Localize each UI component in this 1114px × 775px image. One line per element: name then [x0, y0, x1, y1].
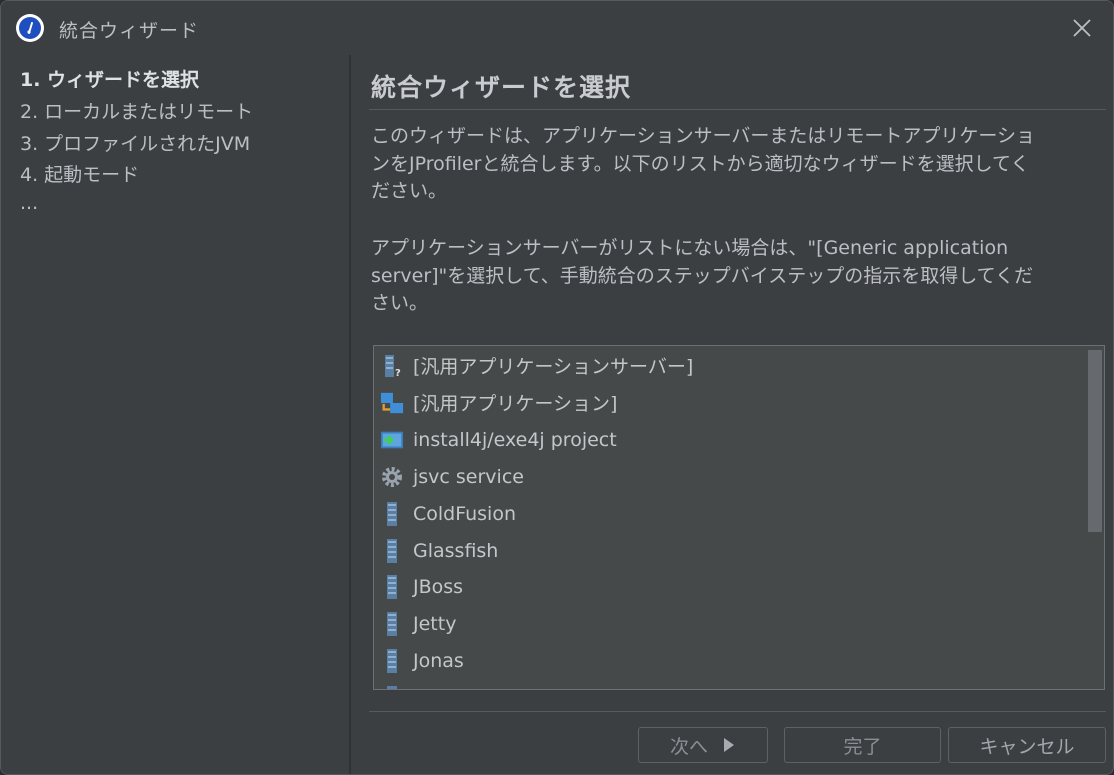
hint-line-1: アプリケーションサーバーがリストにない場合は、"[Generic applica… — [371, 237, 1009, 259]
close-icon — [1073, 19, 1091, 37]
finish-button[interactable]: 完了 — [784, 727, 941, 763]
list-item-generic-server[interactable]: ? [汎用アプリケーションサーバー] — [374, 347, 1084, 384]
window-title: 統合ウィザード — [59, 20, 200, 42]
list-item-jsvc[interactable]: jsvc service — [374, 458, 1084, 495]
list-item-label: JBoss — [413, 575, 464, 598]
step-startup-mode: 4. 起動モード — [20, 164, 140, 186]
description-line-3: ださい。 — [371, 180, 448, 202]
cancel-button[interactable]: キャンセル — [948, 727, 1106, 763]
wizard-steps-panel: 1. ウィザードを選択 2. ローカルまたはリモート 3. プロファイルされたJ… — [1, 55, 349, 774]
list-item-install4j[interactable]: install4j/exe4j project — [374, 421, 1084, 458]
hint-line-2: server]"を選択して、手動統合のステップバイステップの指示を取得してくだ — [371, 265, 1034, 287]
title-bar[interactable]: 統合ウィザード — [1, 1, 1113, 55]
server-icon — [380, 611, 404, 637]
list-item-label: ColdFusion — [413, 502, 517, 525]
server-icon — [380, 685, 404, 689]
step-local-or-remote: 2. ローカルまたはリモート — [20, 101, 254, 123]
description-line-2: ンをJProfilerと統合します。以下のリストから適切なウィザードを選択してく — [371, 153, 1030, 175]
list-scrollbar[interactable] — [1086, 346, 1104, 689]
list-item-label: [汎用アプリケーションサーバー] — [413, 356, 694, 378]
list-item-jetty[interactable]: Jetty — [374, 605, 1084, 642]
next-button-label: 次へ — [669, 735, 708, 758]
triangle-right-icon — [724, 738, 734, 752]
list-item-label: Jonas — [413, 649, 464, 672]
list-item-label: Glassfish — [413, 539, 499, 562]
install4j-icon — [380, 427, 404, 453]
finish-button-label: 完了 — [843, 735, 882, 758]
wizard-content: 統合ウィザードを選択 このウィザードは、アプリケーションサーバーまたはリモートア… — [351, 55, 1113, 774]
list-item-generic-application[interactable]: [汎用アプリケーション] — [374, 384, 1084, 421]
integration-wizard-dialog: 統合ウィザード 1. ウィザードを選択 2. ローカルまたはリモート 3. プロ… — [0, 0, 1114, 775]
hint-line-3: さい。 — [371, 292, 429, 314]
step-profiled-jvm: 3. プロファイルされたJVM — [20, 133, 251, 155]
list-item-coldfusion[interactable]: ColdFusion — [374, 495, 1084, 532]
server-icon — [380, 574, 404, 600]
scrollbar-thumb[interactable] — [1088, 350, 1102, 532]
list-item-label: Jetty — [413, 612, 457, 635]
list-item-jonas[interactable]: Jonas — [374, 642, 1084, 679]
gear-icon — [380, 464, 404, 490]
footer-divider — [369, 711, 1106, 712]
server-icon — [380, 648, 404, 674]
step-select-wizard: 1. ウィザードを選択 — [20, 69, 200, 91]
close-button[interactable] — [1067, 13, 1097, 43]
heading-divider — [369, 109, 1106, 110]
next-button[interactable]: 次へ — [638, 727, 768, 763]
list-item-label: [汎用アプリケーション] — [413, 393, 618, 415]
list-item-partial[interactable] — [374, 679, 1084, 689]
cancel-button-label: キャンセル — [979, 735, 1075, 758]
generic-application-icon — [380, 390, 404, 416]
list-item-glassfish[interactable]: Glassfish — [374, 532, 1084, 569]
jprofiler-app-icon — [16, 14, 44, 42]
wizard-list[interactable]: ? [汎用アプリケーションサーバー] [汎用アプリケーション] install4… — [373, 345, 1105, 690]
list-item-label: jsvc service — [413, 465, 524, 488]
description-line-1: このウィザードは、アプリケーションサーバーまたはリモートアプリケーショ — [371, 125, 1036, 147]
list-item-label: install4j/exe4j project — [413, 428, 617, 451]
list-item-jboss[interactable]: JBoss — [374, 568, 1084, 605]
step-more: ... — [20, 192, 39, 214]
generic-server-icon: ? — [380, 353, 404, 379]
page-title: 統合ウィザードを選択 — [371, 73, 632, 102]
svg-text:?: ? — [395, 368, 401, 378]
server-icon — [380, 538, 404, 564]
server-icon — [380, 501, 404, 527]
